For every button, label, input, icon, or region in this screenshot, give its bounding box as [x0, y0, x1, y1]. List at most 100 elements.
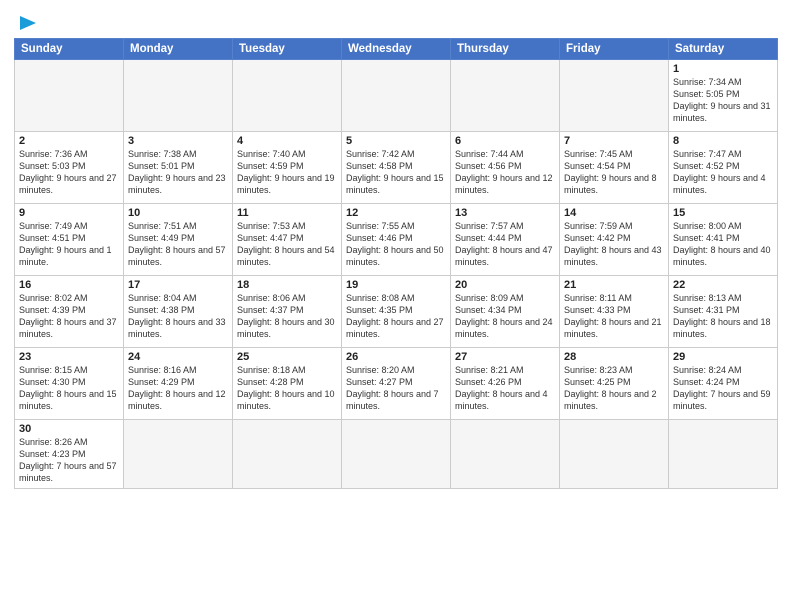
logo-triangle-icon [16, 12, 38, 34]
day-info: Sunrise: 7:44 AMSunset: 4:56 PMDaylight:… [455, 148, 555, 197]
day-info: Sunrise: 7:59 AMSunset: 4:42 PMDaylight:… [564, 220, 664, 269]
day-number: 12 [346, 207, 446, 219]
day-info: Sunrise: 7:51 AMSunset: 4:49 PMDaylight:… [128, 220, 228, 269]
calendar-cell: 22Sunrise: 8:13 AMSunset: 4:31 PMDayligh… [669, 276, 778, 348]
day-info: Sunrise: 8:00 AMSunset: 4:41 PMDaylight:… [673, 220, 773, 269]
calendar-cell: 2Sunrise: 7:36 AMSunset: 5:03 PMDaylight… [15, 132, 124, 204]
calendar-cell [342, 60, 451, 132]
day-info: Sunrise: 8:04 AMSunset: 4:38 PMDaylight:… [128, 292, 228, 341]
col-header-wednesday: Wednesday [342, 39, 451, 60]
calendar-cell: 18Sunrise: 8:06 AMSunset: 4:37 PMDayligh… [233, 276, 342, 348]
header [14, 10, 778, 34]
day-number: 2 [19, 135, 119, 147]
calendar-cell [124, 60, 233, 132]
logo-area [14, 10, 38, 34]
day-number: 25 [237, 351, 337, 363]
calendar-cell: 3Sunrise: 7:38 AMSunset: 5:01 PMDaylight… [124, 132, 233, 204]
day-info: Sunrise: 7:53 AMSunset: 4:47 PMDaylight:… [237, 220, 337, 269]
page: SundayMondayTuesdayWednesdayThursdayFrid… [0, 0, 792, 612]
day-number: 1 [673, 63, 773, 75]
calendar-cell: 17Sunrise: 8:04 AMSunset: 4:38 PMDayligh… [124, 276, 233, 348]
day-number: 17 [128, 279, 228, 291]
day-number: 27 [455, 351, 555, 363]
col-header-friday: Friday [560, 39, 669, 60]
calendar-cell [669, 420, 778, 489]
week-row-4: 16Sunrise: 8:02 AMSunset: 4:39 PMDayligh… [15, 276, 778, 348]
calendar-cell: 20Sunrise: 8:09 AMSunset: 4:34 PMDayligh… [451, 276, 560, 348]
day-number: 23 [19, 351, 119, 363]
col-header-tuesday: Tuesday [233, 39, 342, 60]
calendar-cell: 26Sunrise: 8:20 AMSunset: 4:27 PMDayligh… [342, 348, 451, 420]
calendar-cell: 27Sunrise: 8:21 AMSunset: 4:26 PMDayligh… [451, 348, 560, 420]
calendar-cell [15, 60, 124, 132]
calendar-cell: 12Sunrise: 7:55 AMSunset: 4:46 PMDayligh… [342, 204, 451, 276]
day-info: Sunrise: 8:15 AMSunset: 4:30 PMDaylight:… [19, 364, 119, 413]
day-info: Sunrise: 8:08 AMSunset: 4:35 PMDaylight:… [346, 292, 446, 341]
col-header-thursday: Thursday [451, 39, 560, 60]
week-row-3: 9Sunrise: 7:49 AMSunset: 4:51 PMDaylight… [15, 204, 778, 276]
col-header-sunday: Sunday [15, 39, 124, 60]
day-info: Sunrise: 7:36 AMSunset: 5:03 PMDaylight:… [19, 148, 119, 197]
calendar-cell: 7Sunrise: 7:45 AMSunset: 4:54 PMDaylight… [560, 132, 669, 204]
day-info: Sunrise: 7:47 AMSunset: 4:52 PMDaylight:… [673, 148, 773, 197]
day-info: Sunrise: 8:23 AMSunset: 4:25 PMDaylight:… [564, 364, 664, 413]
calendar-cell: 15Sunrise: 8:00 AMSunset: 4:41 PMDayligh… [669, 204, 778, 276]
calendar-cell: 29Sunrise: 8:24 AMSunset: 4:24 PMDayligh… [669, 348, 778, 420]
calendar-cell: 19Sunrise: 8:08 AMSunset: 4:35 PMDayligh… [342, 276, 451, 348]
day-number: 3 [128, 135, 228, 147]
calendar-cell: 14Sunrise: 7:59 AMSunset: 4:42 PMDayligh… [560, 204, 669, 276]
day-number: 7 [564, 135, 664, 147]
calendar-cell [124, 420, 233, 489]
day-number: 6 [455, 135, 555, 147]
day-number: 5 [346, 135, 446, 147]
calendar-cell: 9Sunrise: 7:49 AMSunset: 4:51 PMDaylight… [15, 204, 124, 276]
day-info: Sunrise: 7:38 AMSunset: 5:01 PMDaylight:… [128, 148, 228, 197]
day-number: 26 [346, 351, 446, 363]
day-info: Sunrise: 7:45 AMSunset: 4:54 PMDaylight:… [564, 148, 664, 197]
calendar-cell: 24Sunrise: 8:16 AMSunset: 4:29 PMDayligh… [124, 348, 233, 420]
calendar-cell: 4Sunrise: 7:40 AMSunset: 4:59 PMDaylight… [233, 132, 342, 204]
day-info: Sunrise: 8:13 AMSunset: 4:31 PMDaylight:… [673, 292, 773, 341]
day-info: Sunrise: 8:09 AMSunset: 4:34 PMDaylight:… [455, 292, 555, 341]
day-number: 9 [19, 207, 119, 219]
day-info: Sunrise: 7:40 AMSunset: 4:59 PMDaylight:… [237, 148, 337, 197]
day-info: Sunrise: 8:11 AMSunset: 4:33 PMDaylight:… [564, 292, 664, 341]
day-number: 19 [346, 279, 446, 291]
calendar-cell: 11Sunrise: 7:53 AMSunset: 4:47 PMDayligh… [233, 204, 342, 276]
week-row-1: 1Sunrise: 7:34 AMSunset: 5:05 PMDaylight… [15, 60, 778, 132]
day-info: Sunrise: 7:34 AMSunset: 5:05 PMDaylight:… [673, 76, 773, 125]
day-number: 22 [673, 279, 773, 291]
day-info: Sunrise: 8:24 AMSunset: 4:24 PMDaylight:… [673, 364, 773, 413]
day-number: 11 [237, 207, 337, 219]
day-info: Sunrise: 7:42 AMSunset: 4:58 PMDaylight:… [346, 148, 446, 197]
calendar-cell: 21Sunrise: 8:11 AMSunset: 4:33 PMDayligh… [560, 276, 669, 348]
calendar-header-row: SundayMondayTuesdayWednesdayThursdayFrid… [15, 39, 778, 60]
day-number: 29 [673, 351, 773, 363]
week-row-2: 2Sunrise: 7:36 AMSunset: 5:03 PMDaylight… [15, 132, 778, 204]
day-info: Sunrise: 8:20 AMSunset: 4:27 PMDaylight:… [346, 364, 446, 413]
calendar-cell: 5Sunrise: 7:42 AMSunset: 4:58 PMDaylight… [342, 132, 451, 204]
calendar-cell [560, 420, 669, 489]
calendar-cell [233, 420, 342, 489]
calendar-cell: 10Sunrise: 7:51 AMSunset: 4:49 PMDayligh… [124, 204, 233, 276]
day-number: 8 [673, 135, 773, 147]
day-number: 13 [455, 207, 555, 219]
calendar-cell [451, 60, 560, 132]
calendar-cell: 16Sunrise: 8:02 AMSunset: 4:39 PMDayligh… [15, 276, 124, 348]
calendar-cell [233, 60, 342, 132]
week-row-5: 23Sunrise: 8:15 AMSunset: 4:30 PMDayligh… [15, 348, 778, 420]
calendar-cell: 28Sunrise: 8:23 AMSunset: 4:25 PMDayligh… [560, 348, 669, 420]
day-info: Sunrise: 8:18 AMSunset: 4:28 PMDaylight:… [237, 364, 337, 413]
day-number: 10 [128, 207, 228, 219]
col-header-saturday: Saturday [669, 39, 778, 60]
calendar-cell: 1Sunrise: 7:34 AMSunset: 5:05 PMDaylight… [669, 60, 778, 132]
day-number: 14 [564, 207, 664, 219]
calendar-cell: 6Sunrise: 7:44 AMSunset: 4:56 PMDaylight… [451, 132, 560, 204]
calendar-cell: 30Sunrise: 8:26 AMSunset: 4:23 PMDayligh… [15, 420, 124, 489]
day-number: 18 [237, 279, 337, 291]
day-number: 4 [237, 135, 337, 147]
day-info: Sunrise: 8:21 AMSunset: 4:26 PMDaylight:… [455, 364, 555, 413]
day-info: Sunrise: 7:55 AMSunset: 4:46 PMDaylight:… [346, 220, 446, 269]
day-number: 24 [128, 351, 228, 363]
calendar-cell: 13Sunrise: 7:57 AMSunset: 4:44 PMDayligh… [451, 204, 560, 276]
